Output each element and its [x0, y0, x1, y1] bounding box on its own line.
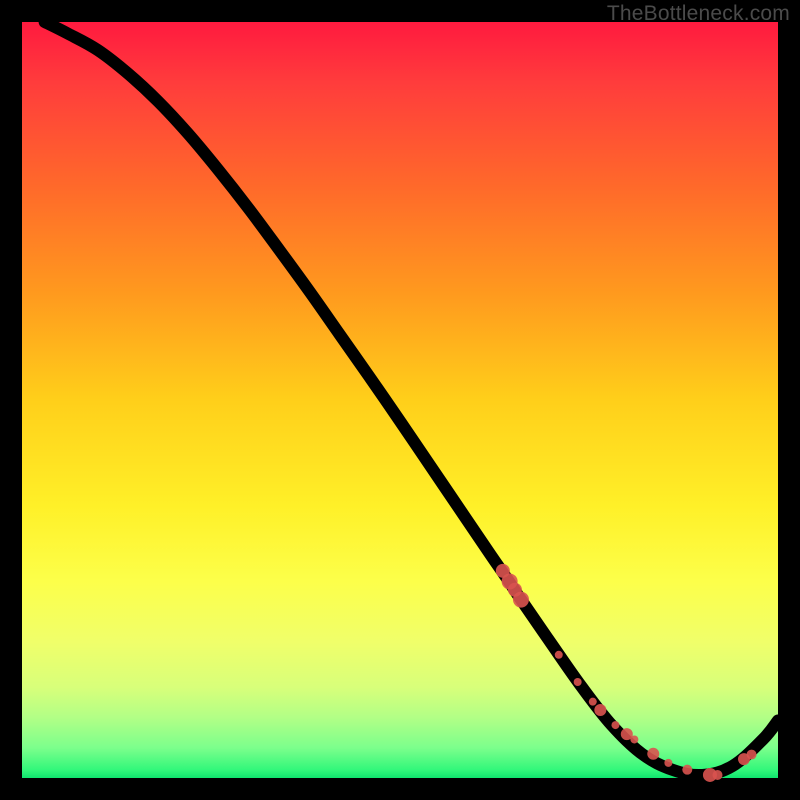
marker-point — [630, 735, 638, 743]
marker-point — [594, 704, 606, 716]
chart-stage: TheBottleneck.com — [0, 0, 800, 800]
marker-point — [574, 678, 582, 686]
marker-point — [647, 748, 659, 760]
marker-point — [513, 592, 529, 608]
marker-point — [611, 721, 619, 729]
bottleneck-curve — [45, 22, 778, 775]
marker-point — [747, 750, 757, 760]
marker-point — [682, 765, 692, 775]
chart-svg — [22, 22, 778, 778]
marker-point — [664, 759, 672, 767]
marker-point — [555, 651, 563, 659]
marker-point — [713, 770, 723, 780]
plot-area — [22, 22, 778, 778]
marker-group — [496, 564, 757, 782]
marker-point — [589, 698, 597, 706]
